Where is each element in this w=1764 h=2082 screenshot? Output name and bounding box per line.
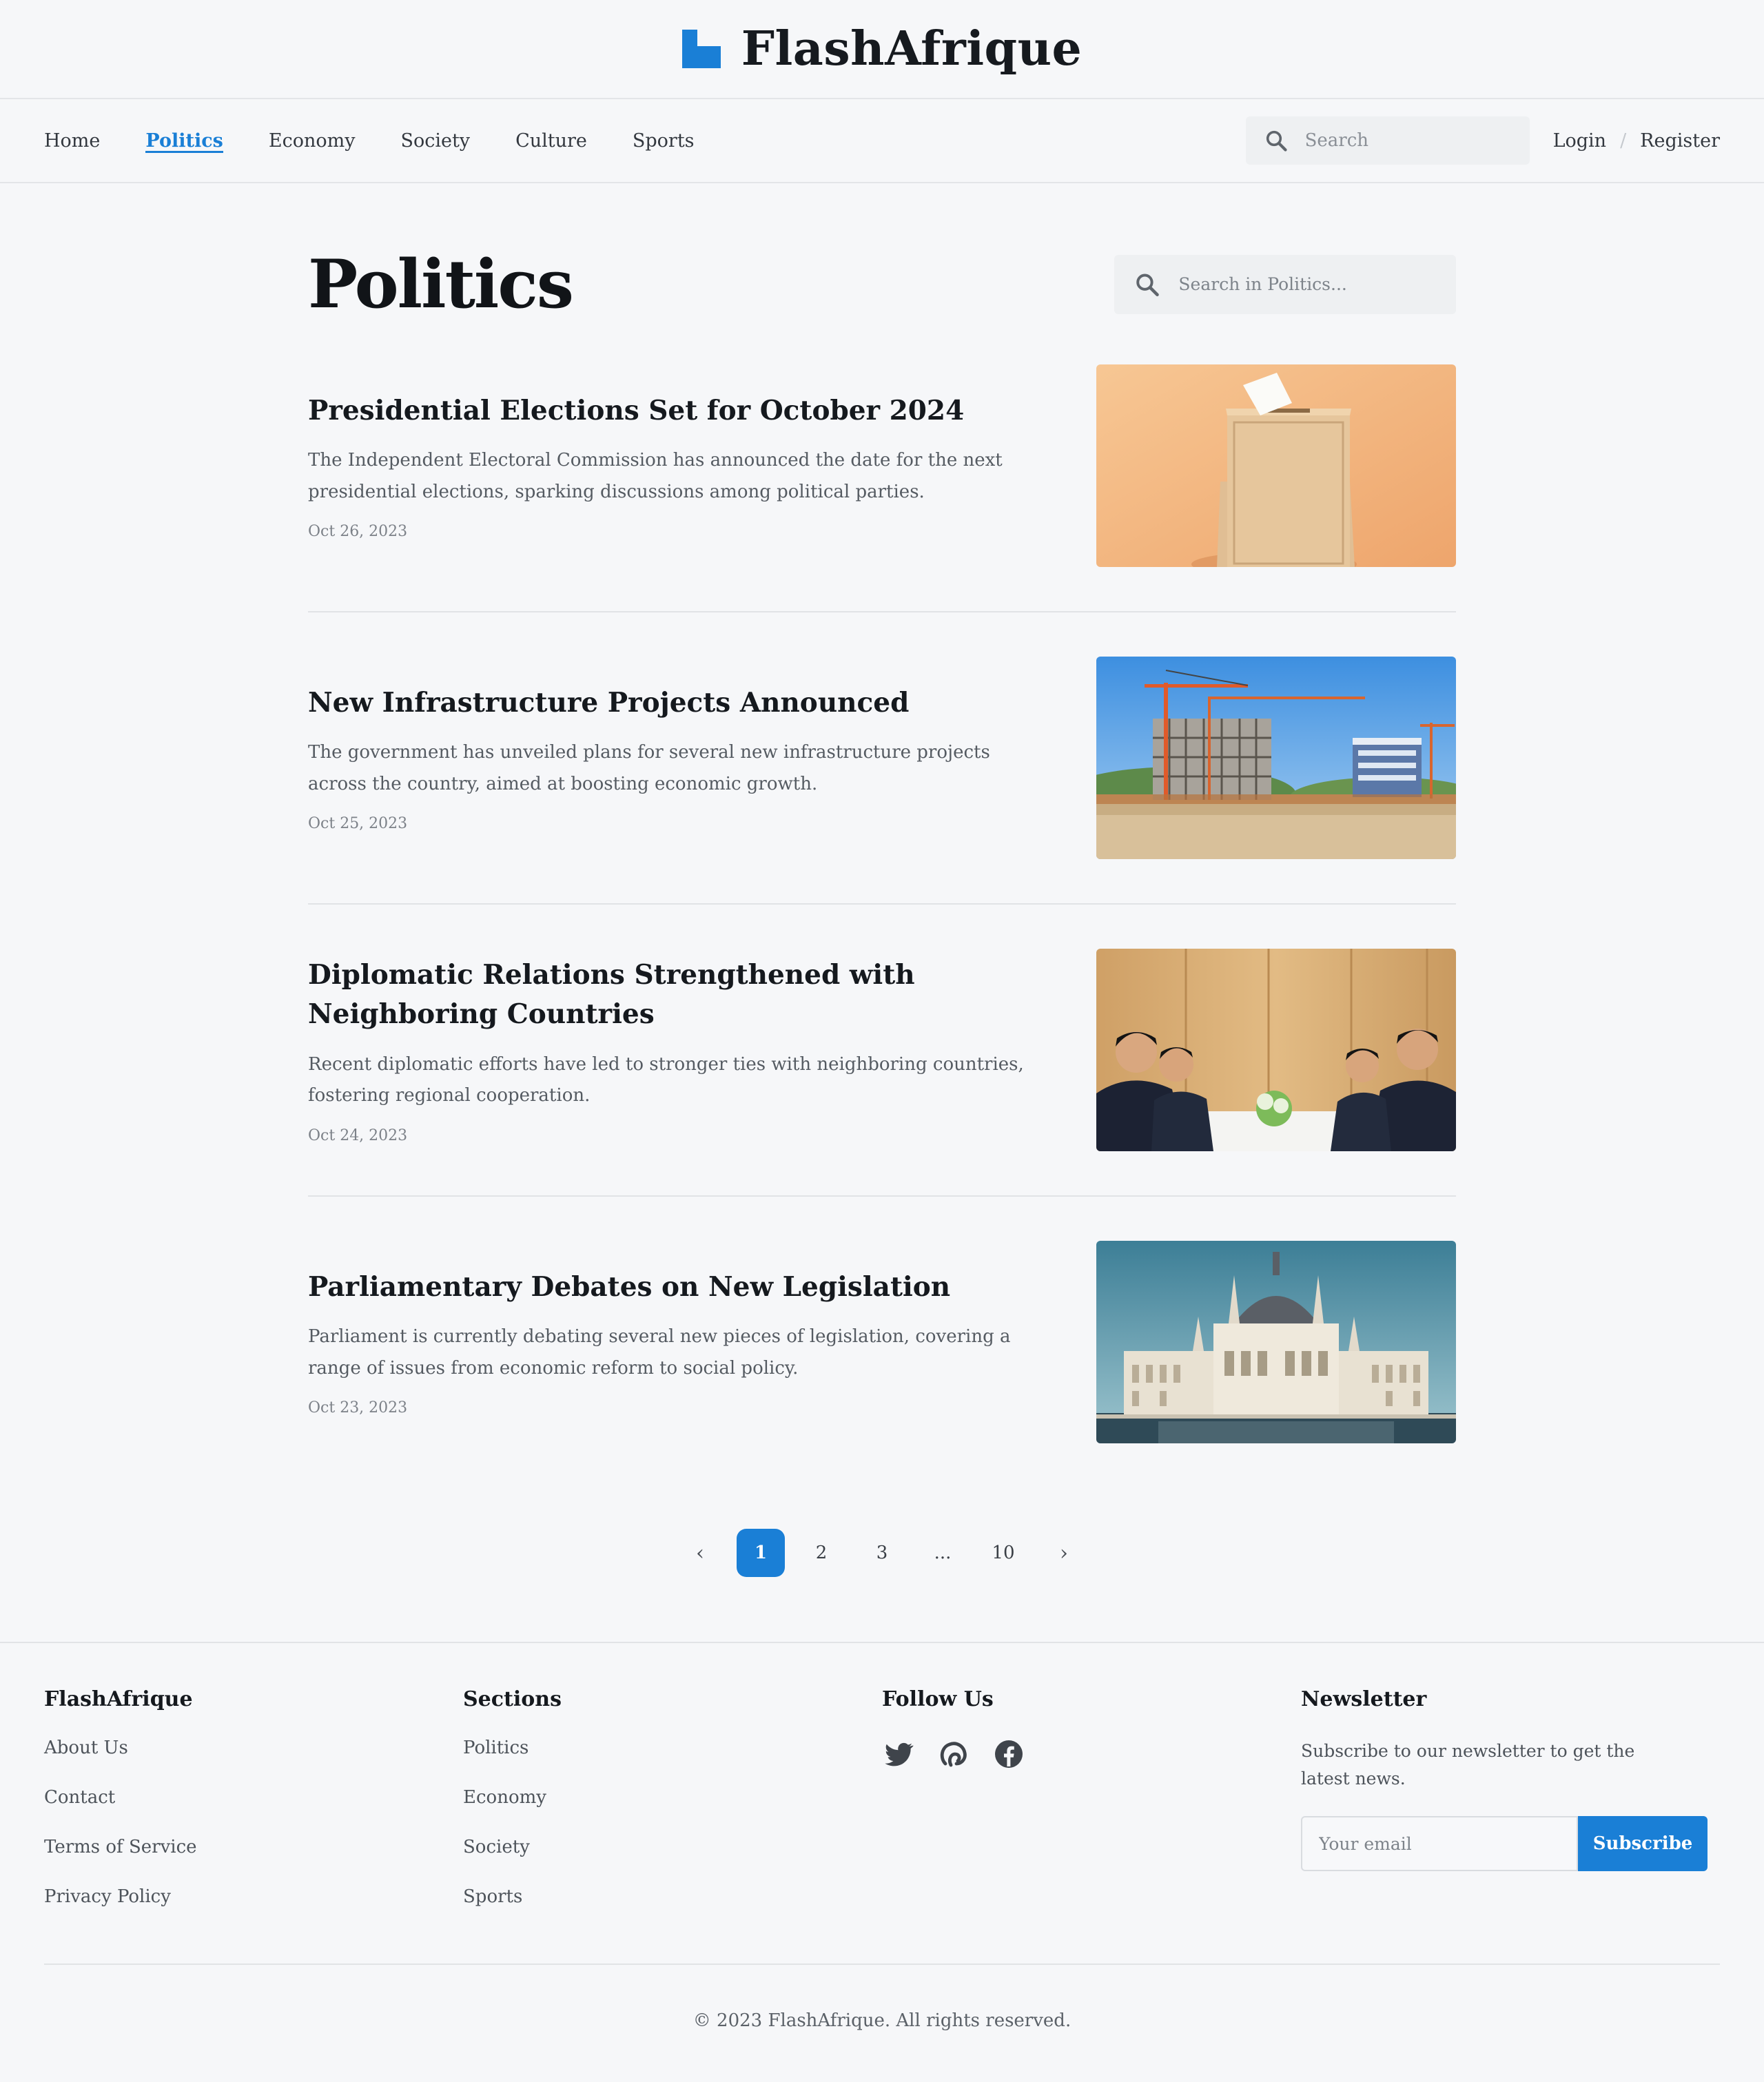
article-title[interactable]: New Infrastructure Projects Announced [308, 683, 1052, 723]
section-search-input[interactable] [1178, 274, 1437, 294]
footer-sections-column: Sections Politics Economy Society Sports [463, 1687, 882, 1936]
article-summary: The Independent Electoral Commission has… [308, 450, 1003, 502]
auth-separator: / [1620, 130, 1627, 152]
footer-link-terms[interactable]: Terms of Service [44, 1837, 463, 1857]
article-summary: Parliament is currently debating several… [308, 1326, 1011, 1379]
auth-links: Login / Register [1553, 130, 1720, 152]
nav-item-politics[interactable]: Politics [145, 99, 224, 182]
facebook-icon[interactable] [992, 1738, 1025, 1773]
page-ellipsis: ... [934, 1543, 952, 1563]
page-button-3[interactable]: 3 [858, 1529, 906, 1577]
footer-link-privacy[interactable]: Privacy Policy [44, 1886, 463, 1907]
social-link-icon[interactable] [937, 1738, 970, 1773]
footer-brand-column: FlashAfrique About Us Contact Terms of S… [44, 1687, 463, 1936]
article-card[interactable]: Parliamentary Debates on New Legislation… [308, 1241, 1456, 1443]
parliament-building-image[interactable] [1096, 1241, 1456, 1443]
header-search[interactable] [1245, 116, 1530, 165]
footer-sections-heading: Sections [463, 1687, 562, 1711]
ballot-box-image[interactable] [1096, 364, 1456, 567]
header-search-input[interactable] [1304, 130, 1512, 151]
copyright-text: © 2023 FlashAfrique. All rights reserved… [693, 2010, 1071, 2031]
page-button-2[interactable]: 2 [797, 1529, 845, 1577]
article-summary: Recent diplomatic efforts have led to st… [308, 1053, 1024, 1106]
newsletter-form: Subscribe [1301, 1816, 1720, 1871]
article-title[interactable]: Diplomatic Relations Strengthened with N… [308, 956, 1052, 1033]
login-link[interactable]: Login [1553, 130, 1607, 152]
article-text: Diplomatic Relations Strengthened with N… [308, 956, 1052, 1144]
nav-item-society[interactable]: Society [400, 99, 470, 182]
article-date: Oct 26, 2023 [308, 523, 408, 541]
article-date: Oct 25, 2023 [308, 815, 408, 833]
article-card[interactable]: Presidential Elections Set for October 2… [308, 364, 1456, 567]
page-header: Politics [308, 245, 1456, 323]
footer-brand-heading: FlashAfrique [44, 1687, 193, 1711]
footer-newsletter-column: Newsletter Subscribe to our newsletter t… [1301, 1687, 1720, 1936]
register-link[interactable]: Register [1640, 130, 1720, 152]
pagination: ‹ 1 2 3 ... 10 › [308, 1529, 1456, 1577]
article-divider [308, 1195, 1456, 1197]
nav-item-economy[interactable]: Economy [269, 99, 356, 182]
nav-links: Home Politics Economy Society Culture Sp… [44, 99, 695, 182]
page-title: Politics [308, 245, 574, 323]
article-title[interactable]: Presidential Elections Set for October 2… [308, 391, 1052, 431]
social-links [882, 1738, 1301, 1773]
article-card[interactable]: Diplomatic Relations Strengthened with N… [308, 949, 1456, 1151]
article-text: Presidential Elections Set for October 2… [308, 391, 1052, 541]
article-card[interactable]: New Infrastructure Projects Announced Th… [308, 657, 1456, 859]
article-divider [308, 903, 1456, 905]
footer-link-society[interactable]: Society [463, 1837, 882, 1857]
newsletter-email-input[interactable] [1301, 1816, 1578, 1871]
twitter-icon[interactable] [882, 1738, 915, 1773]
section-search[interactable] [1114, 254, 1456, 314]
nav-item-sports[interactable]: Sports [633, 99, 695, 182]
newsletter-heading: Newsletter [1301, 1687, 1427, 1711]
footer-link-sports[interactable]: Sports [463, 1886, 882, 1907]
construction-site-image[interactable] [1096, 657, 1456, 859]
article-date: Oct 24, 2023 [308, 1126, 408, 1144]
subscribe-button[interactable]: Subscribe [1578, 1816, 1707, 1871]
article-summary: The government has unveiled plans for se… [308, 742, 990, 794]
prev-page-button[interactable]: ‹ [676, 1529, 724, 1577]
footer-bottom: © 2023 FlashAfrique. All rights reserved… [44, 1964, 1720, 2076]
footer-columns: FlashAfrique About Us Contact Terms of S… [44, 1687, 1720, 1936]
footer-link-about[interactable]: About Us [44, 1738, 463, 1758]
nav-item-home[interactable]: Home [44, 99, 100, 182]
page-button-1[interactable]: 1 [737, 1529, 785, 1577]
main-content: Politics Presidential Elections Set for … [308, 183, 1456, 1577]
site-footer: FlashAfrique About Us Contact Terms of S… [0, 1642, 1764, 2076]
brand-bar: FlashAfrique [0, 0, 1764, 99]
article-text: New Infrastructure Projects Announced Th… [308, 683, 1052, 833]
search-icon [1136, 274, 1159, 296]
footer-link-politics[interactable]: Politics [463, 1738, 882, 1758]
page-button-10[interactable]: 10 [979, 1529, 1027, 1577]
footer-follow-column: Follow Us [882, 1687, 1301, 1936]
nav-item-culture[interactable]: Culture [515, 99, 587, 182]
site-header: FlashAfrique Home Politics Economy Socie… [0, 0, 1764, 183]
footer-link-contact[interactable]: Contact [44, 1787, 463, 1808]
footer-link-economy[interactable]: Economy [463, 1787, 882, 1808]
article-text: Parliamentary Debates on New Legislation… [308, 1268, 1052, 1417]
article-date: Oct 23, 2023 [308, 1399, 408, 1417]
main-nav: Home Politics Economy Society Culture Sp… [0, 99, 1764, 183]
search-icon [1266, 130, 1287, 152]
site-logo-text[interactable]: FlashAfrique [741, 21, 1083, 76]
logo-icon[interactable] [681, 30, 721, 68]
newsletter-text: Subscribe to our newsletter to get the l… [1301, 1741, 1635, 1789]
article-divider [308, 611, 1456, 612]
footer-follow-heading: Follow Us [882, 1687, 994, 1711]
diplomatic-meeting-image[interactable] [1096, 949, 1456, 1151]
next-page-button[interactable]: › [1040, 1529, 1088, 1577]
nav-right: Login / Register [1245, 116, 1720, 165]
article-title[interactable]: Parliamentary Debates on New Legislation [308, 1268, 1052, 1307]
